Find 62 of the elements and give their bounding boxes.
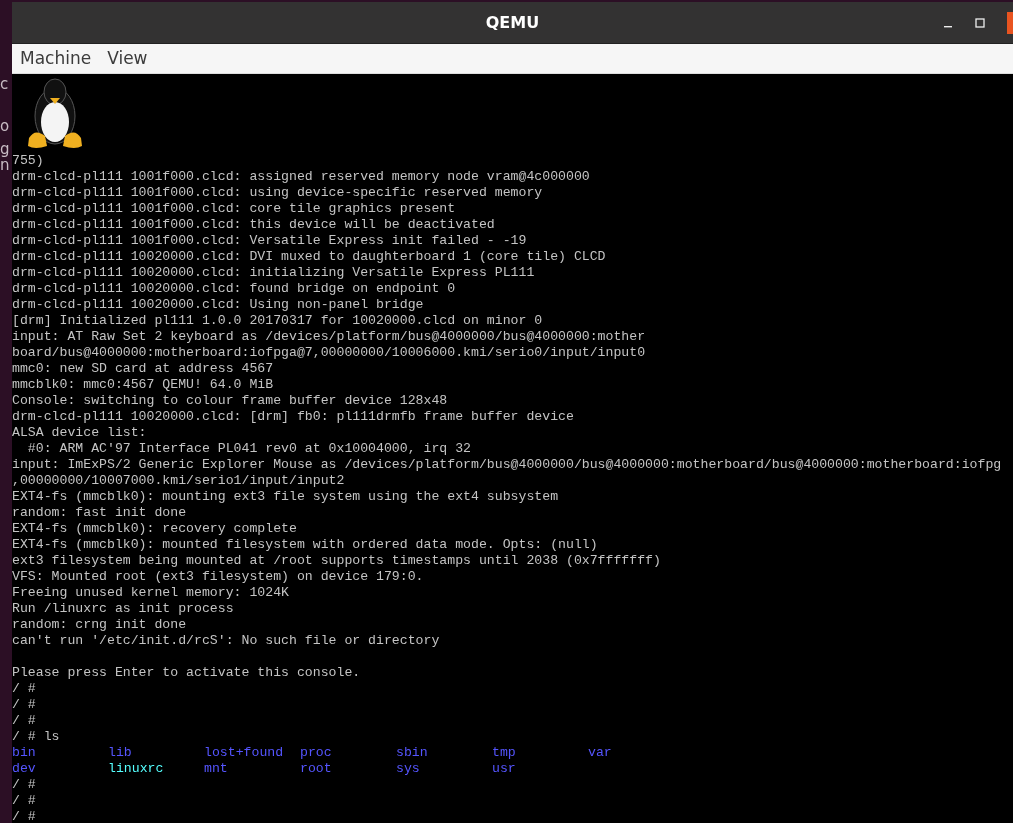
console-line: drm-clcd-pl111 10020000.clcd: initializing Versatile Express PL111	[12, 265, 536, 281]
file-name: lib	[108, 745, 132, 760]
console-line: Console: switching to colour frame buffer device 128x48	[12, 393, 449, 409]
maximize-icon[interactable]	[975, 17, 985, 28]
console-line: #0: ARM AC'97 Interface PL041 rev0 at 0x10004000, irq 32	[26, 441, 472, 457]
file-name: dev	[12, 761, 36, 776]
console-line: / #	[12, 777, 37, 793]
file-name: lost+found	[204, 745, 284, 760]
console-line: drm-clcd-pl111 10020000.clcd: Using non-panel bridge	[12, 297, 425, 313]
console-line: / #	[12, 809, 37, 823]
file-name: mnt	[204, 761, 228, 776]
console-line: drm-clcd-pl111 1001f000.clcd: Versatile Express init failed - -19	[12, 233, 528, 249]
console-line: drm-clcd-pl111 10020000.clcd: found bridge on endpoint 0	[12, 281, 457, 297]
console-line: / #	[12, 713, 37, 729]
console-line: input: AT Raw Set 2 keyboard as /devices/platform/bus@4000000/bus@4000000:mother	[12, 329, 647, 345]
menu-item[interactable]: Machine	[16, 45, 96, 72]
console-line: drm-clcd-pl111 10020000.clcd: DVI muxed to daughterboard 1 (core tile) CLCD	[12, 249, 607, 265]
console-line: EXT4-fs (mmcblk0): recovery complete	[12, 521, 298, 537]
console-line: input: ImExPS/2 Generic Explorer Mouse as /devices/platform/bus@4000000/bus@4000000:motherboard/bus@4000000:motherboard:iofpg	[12, 457, 1003, 473]
console-line: / #	[12, 681, 37, 697]
console-line: drm-clcd-pl111 10020000.clcd: [drm] fb0: pl111drmfb frame buffer device	[12, 409, 575, 425]
file-name: bin	[12, 745, 36, 760]
console-line: random: fast init done	[12, 505, 188, 521]
console-line: drm-clcd-pl111 1001f000.clcd: core tile graphics present	[12, 201, 457, 217]
close-button[interactable]	[1007, 11, 1013, 34]
file-name: sys	[396, 761, 420, 776]
console-line: EXT4-fs (mmcblk0): mounted filesystem with ordered data mode. Opts: (null)	[12, 537, 599, 553]
console-line: Freeing unused kernel memory: 1024K	[12, 585, 290, 601]
console-line: mmc0: new SD card at address 4567	[12, 361, 275, 377]
console-line: / #	[12, 793, 37, 809]
console-line: Run /linuxrc as init process	[12, 601, 235, 617]
file-name: var	[588, 745, 612, 760]
console-line: / # ls	[12, 729, 61, 745]
console-line: board/bus@4000000:motherboard:iofpga@7,00000000/10006000.kmi/serio0/input/input0	[12, 345, 647, 361]
console-line: / #	[12, 697, 37, 713]
desktop-text: n	[0, 157, 10, 173]
menu-item[interactable]: View	[103, 45, 152, 72]
console-line: can't run '/etc/init.d/rcS': No such file or directory	[12, 633, 441, 649]
window-title: QEMU	[485, 11, 540, 34]
console-line: 755)	[12, 153, 45, 169]
console-line: ,00000000/10007000.kmi/serio1/input/input2	[12, 473, 346, 489]
desktop-text: g	[0, 141, 10, 157]
console-line: ext3 filesystem being mounted at /root supports timestamps until 2038 (0x7fffffff)	[12, 553, 662, 569]
console-line: Please press Enter to activate this console.	[12, 665, 362, 681]
file-name: proc	[300, 745, 332, 760]
file-name: sbin	[396, 745, 428, 760]
console-line: mmcblk0: mmc0:4567 QEMU! 64.0 MiB	[12, 377, 275, 393]
console-line: VFS: Mounted root (ext3 filesystem) on device 179:0.	[12, 569, 425, 585]
console-line: random: crng init done	[12, 617, 188, 633]
console-line: drm-clcd-pl111 1001f000.clcd: using device-specific reserved memory	[12, 185, 544, 201]
penguin-icon	[25, 76, 85, 150]
desktop-text: o	[0, 118, 10, 134]
file-name: tmp	[492, 745, 516, 760]
console-line: [drm] Initialized pl111 1.0.0 20170317 for 10020000.clcd on minor 0	[12, 313, 544, 329]
file-name: root	[300, 761, 332, 776]
file-name: linuxrc	[108, 761, 164, 776]
console-line: ALSA device list:	[12, 425, 148, 441]
file-name: usr	[492, 761, 516, 776]
desktop-text: c	[0, 76, 9, 92]
console-line: drm-clcd-pl111 1001f000.clcd: assigned reserved memory node vram@4c000000	[12, 169, 591, 185]
console-line: EXT4-fs (mmcblk0): mounting ext3 file system using the ext4 subsystem	[12, 489, 560, 505]
console-line: drm-clcd-pl111 1001f000.clcd: this device will be deactivated	[12, 217, 496, 233]
